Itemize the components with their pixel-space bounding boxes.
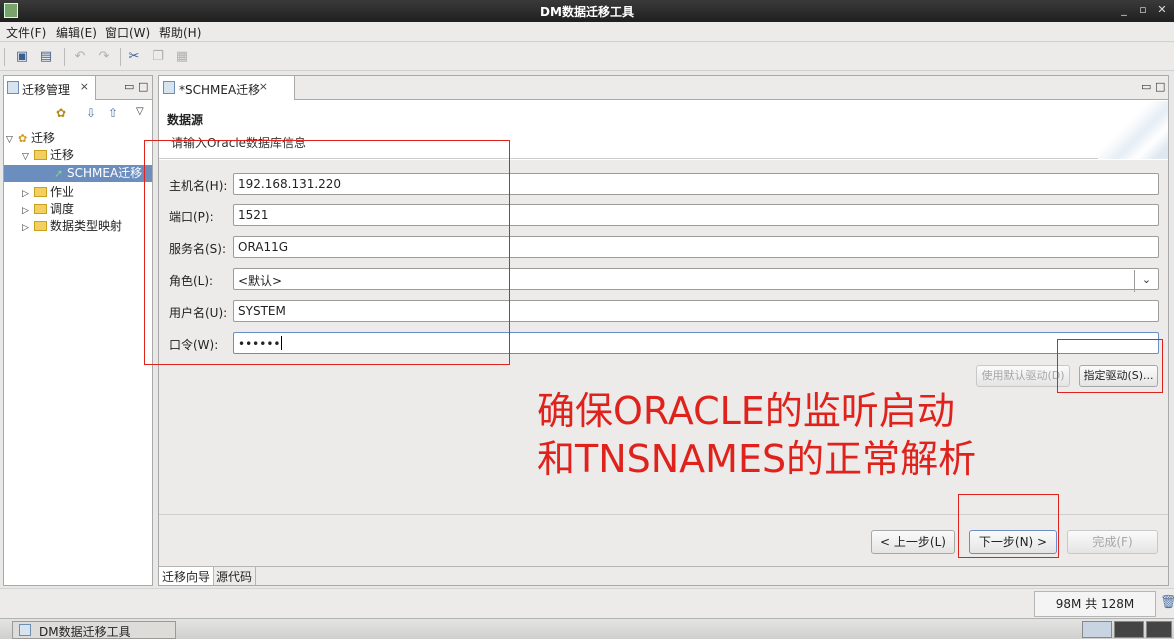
cut-icon[interactable]: ✂ (126, 49, 142, 65)
close-tab-icon[interactable]: ⨯ (80, 80, 89, 93)
expand-arrow-icon[interactable]: ▽ (22, 149, 34, 166)
taskbar-item-dm-migration[interactable]: DM数据迁移工具 (12, 621, 176, 639)
workspace-switcher-3[interactable] (1146, 621, 1172, 638)
tab-migration-wizard[interactable]: 迁移向导 (159, 567, 215, 585)
import-icon[interactable]: ⇩ (86, 106, 96, 120)
maximize-button[interactable]: ▫ (1135, 2, 1151, 18)
copy-icon[interactable]: ❐ (150, 49, 166, 65)
group-icon[interactable]: ✿ (56, 106, 66, 120)
folder-icon (34, 187, 47, 197)
redo-icon[interactable]: ↷ (96, 49, 112, 65)
maximize-view-icon[interactable]: □ (138, 80, 148, 93)
minimize-view-icon[interactable]: ▭ (1141, 80, 1151, 93)
tab-label: *SCHMEA迁移 (179, 83, 261, 97)
tab-source-code[interactable]: 源代码 (213, 567, 257, 585)
folder-icon (34, 150, 47, 160)
minimize-button[interactable]: _ (1116, 2, 1132, 18)
tree-item-jobs[interactable]: ▷ 作业 (22, 184, 74, 201)
view-menu-icon[interactable]: ▽ (136, 106, 144, 117)
annotation-box-connection-fields (144, 140, 510, 365)
finish-button[interactable]: 完成(F) (1067, 530, 1158, 554)
chevron-down-icon[interactable]: ⌄ (1134, 270, 1158, 292)
group-icon: ✿ (18, 132, 28, 145)
workspace-switcher-2[interactable] (1114, 621, 1144, 638)
tab-migration-management[interactable]: 迁移管理 ⨯ (4, 76, 96, 100)
migration-icon: ➚ (54, 167, 64, 180)
expand-arrow-icon[interactable]: ▽ (6, 132, 18, 149)
panel-icon (7, 81, 19, 94)
tab-label: 迁移管理 (22, 83, 71, 97)
bottom-tab-bar: 迁移向导 源代码 (159, 566, 1168, 585)
section-title: 数据源 (167, 113, 204, 127)
menu-file[interactable]: 文件(F) (6, 24, 46, 41)
window-title: DM数据迁移工具 (540, 5, 634, 19)
app-icon (19, 624, 31, 636)
tree-item-root-migration[interactable]: ▽ ✿ 迁移 (6, 130, 55, 147)
annotation-text-line1: 确保ORACLE的监听启动 (537, 389, 955, 433)
status-bar: 98M 共 128M 🗑 (0, 588, 1174, 618)
menu-bar: 文件(F) 编辑(E) 窗口(W) 帮助(H) (0, 22, 1174, 42)
export-icon[interactable]: ⇧ (108, 106, 118, 120)
save-all-icon[interactable]: ▤ (38, 49, 54, 65)
close-tab-icon[interactable]: ⨯ (259, 80, 268, 93)
minimize-view-icon[interactable]: ▭ (124, 80, 134, 93)
title-bar: DM数据迁移工具 _ ▫ ✕ (0, 0, 1174, 22)
folder-icon (34, 204, 47, 214)
header-decoration (1098, 101, 1168, 159)
folder-icon (34, 221, 47, 231)
garbage-collect-icon[interactable]: 🗑 (1160, 595, 1174, 610)
panel-tab-bar: 迁移管理 ⨯ ▭ □ (4, 76, 152, 100)
tab-schmea-migration[interactable]: *SCHMEA迁移 ⨯ (159, 76, 295, 100)
menu-help[interactable]: 帮助(H) (159, 24, 201, 41)
tree-item-schedule[interactable]: ▷ 调度 (22, 201, 74, 218)
collapse-arrow-icon[interactable]: ▷ (22, 220, 34, 237)
paste-icon[interactable]: ▦ (174, 49, 190, 65)
tree-item-datatype-mapping[interactable]: ▷ 数据类型映射 (22, 218, 122, 235)
previous-button[interactable]: < 上一步(L) (871, 530, 955, 554)
use-default-driver-button[interactable]: 使用默认驱动(D) (976, 365, 1070, 387)
annotation-text-line2: 和TNSNAMES的正常解析 (537, 437, 977, 481)
save-icon[interactable]: ▣ (14, 49, 30, 65)
undo-icon[interactable]: ↶ (72, 49, 88, 65)
workspace-switcher-1[interactable] (1082, 621, 1112, 638)
annotation-box-specify-driver (1057, 339, 1163, 393)
maximize-view-icon[interactable]: □ (1155, 80, 1165, 93)
toolbar-separator (120, 48, 121, 66)
tree-item-migration-folder[interactable]: ▽ 迁移 (22, 147, 74, 164)
editor-tab-bar: *SCHMEA迁移 ⨯ ▭ □ (159, 76, 1168, 100)
taskbar: DM数据迁移工具 (0, 618, 1174, 639)
toolbar-separator (64, 48, 65, 66)
editor-icon (163, 81, 175, 94)
tree-item-schmea-migration[interactable]: ➚ SCHMEA迁移 (4, 165, 152, 182)
annotation-box-next-button (958, 494, 1059, 558)
close-button[interactable]: ✕ (1154, 2, 1170, 18)
taskbar-item-label: DM数据迁移工具 (39, 625, 131, 639)
memory-indicator: 98M 共 128M (1034, 591, 1156, 617)
menu-window[interactable]: 窗口(W) (105, 24, 150, 41)
toolbar: ▣ ▤ ↶ ↷ ✂ ❐ ▦ (0, 43, 1174, 71)
toolbar-grip (4, 48, 5, 66)
migration-management-panel: 迁移管理 ⨯ ▭ □ ✿ ⇩ ⇧ ▽ ▽ ✿ 迁移 ▽ 迁移 ➚ SCHMEA迁移 ▷ 作… (3, 75, 153, 586)
panel-toolbar: ✿ ⇩ ⇧ ▽ (4, 100, 152, 126)
menu-edit[interactable]: 编辑(E) (56, 24, 97, 41)
